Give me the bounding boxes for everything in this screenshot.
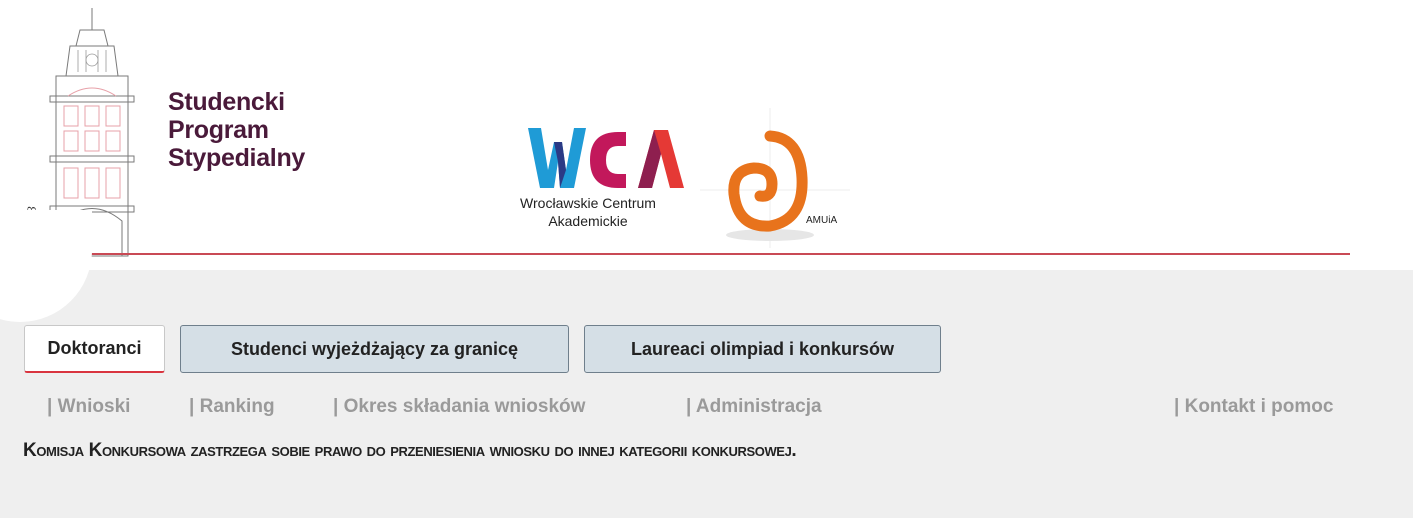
nav-link-kontakt[interactable]: | Kontakt i pomoc bbox=[1174, 396, 1333, 418]
nav-link-okres-skladania[interactable]: | Okres składania wniosków bbox=[333, 396, 585, 418]
page-header: Rynek 13 Studencki Program Stypedialny W… bbox=[0, 0, 1413, 270]
wca-caption-line-2: Akademickie bbox=[548, 213, 628, 229]
orange-spiral-logo bbox=[700, 108, 850, 248]
nav-link-ranking[interactable]: | Ranking bbox=[189, 396, 275, 418]
nav-link-wnioski[interactable]: | Wnioski bbox=[47, 396, 130, 418]
notice-text: Komisja Konkursowa zastrzega sobie prawo… bbox=[23, 440, 797, 461]
amuia-label: AMUiA bbox=[806, 215, 838, 226]
program-title-line-1: Studencki bbox=[168, 88, 285, 116]
header-divider bbox=[58, 253, 1350, 255]
nav-link-administracja[interactable]: | Administracja bbox=[686, 396, 822, 418]
tab-doktoranci[interactable]: Doktoranci bbox=[24, 325, 165, 373]
tab-laureaci[interactable]: Laureaci olimpiad i konkursów bbox=[584, 325, 941, 373]
wca-caption: Wrocławskie Centrum Akademickie bbox=[508, 194, 668, 230]
program-title: Studencki Program Stypedialny bbox=[168, 88, 305, 172]
wca-caption-line-1: Wrocławskie Centrum bbox=[520, 195, 656, 211]
main-content: Doktoranci Studenci wyjeżdżający za gran… bbox=[0, 210, 1413, 518]
program-title-line-2: Program bbox=[168, 116, 269, 144]
tab-studenci-wyjezdzajacy[interactable]: Studenci wyjeżdżający za granicę bbox=[180, 325, 569, 373]
program-title-line-3: Stypedialny bbox=[168, 144, 306, 172]
decorative-corner bbox=[0, 210, 92, 322]
